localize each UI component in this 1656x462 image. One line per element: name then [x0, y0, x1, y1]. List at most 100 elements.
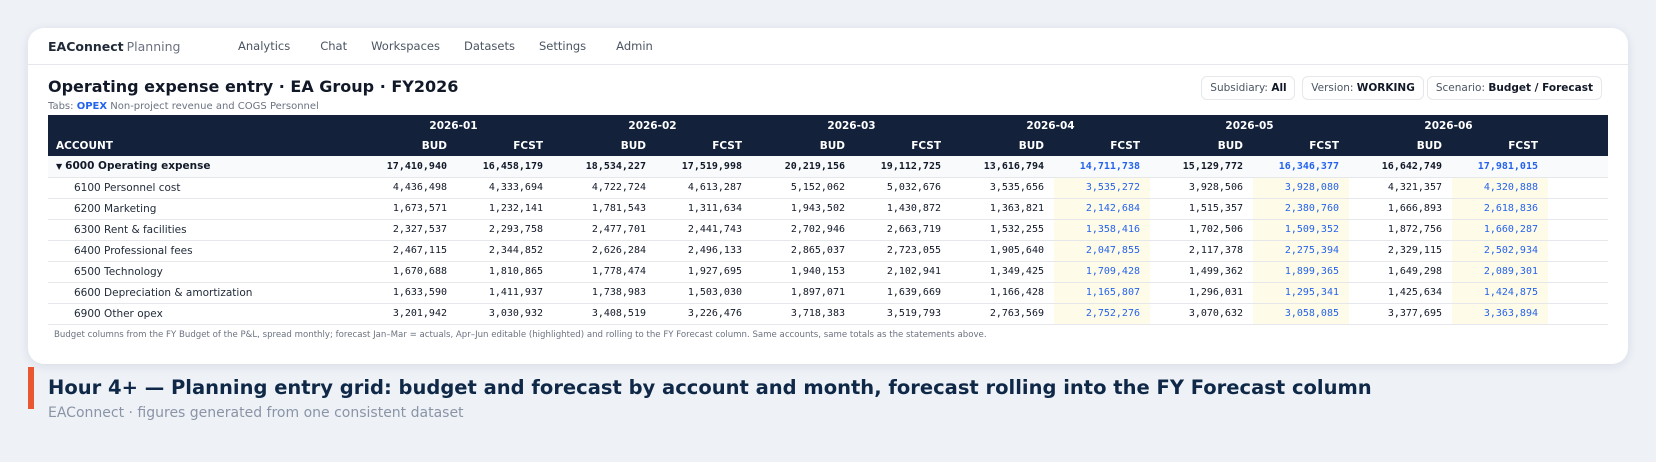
fcst-cell[interactable]: 1,295,341 [1253, 282, 1349, 304]
fcst-cell: 14,711,738 [1054, 156, 1150, 178]
fcst-cell[interactable]: 1,358,416 [1054, 219, 1150, 241]
bud-cell: 4,321,357 [1349, 177, 1452, 199]
fcst-cell[interactable]: 1,709,428 [1054, 261, 1150, 283]
bud-cell: 2,626,284 [553, 240, 656, 262]
fcst-cell[interactable]: 2,275,394 [1253, 240, 1349, 262]
filter-pills: Subsidiary: All Version: WORKING Scenari… [1194, 76, 1602, 100]
subsidiary-selector[interactable]: Subsidiary: All [1201, 76, 1296, 100]
fcst-cell[interactable]: 2,047,855 [1054, 240, 1150, 262]
account-cell: 6400 Professional fees [48, 240, 354, 262]
fcst-cell[interactable]: 1,509,352 [1253, 219, 1349, 241]
tab-non-project-revenue[interactable]: Non-project revenue and COGS [110, 101, 267, 112]
fcst-cell[interactable]: 2,618,836 [1452, 198, 1548, 220]
fcst-header-2026-02: FCST [656, 136, 752, 156]
version-selector[interactable]: Version: WORKING [1302, 76, 1424, 100]
nav-workspaces[interactable]: Workspaces [371, 39, 440, 53]
fcst-cell[interactable]: 1,165,807 [1054, 282, 1150, 304]
bud-cell: 15,129,772 [1150, 156, 1253, 178]
account-cell: 6900 Other opex [48, 303, 354, 325]
bud-cell: 2,117,378 [1150, 240, 1253, 262]
fcst-cell[interactable]: 2,142,684 [1054, 198, 1150, 220]
brand-logo[interactable]: EAConnect Planning [48, 39, 238, 54]
fcst-cell: 1,411,937 [457, 282, 553, 304]
fcst-cell[interactable]: 3,363,894 [1452, 303, 1548, 325]
fcst-cell[interactable]: 3,928,080 [1253, 177, 1349, 199]
bud-cell: 3,718,383 [752, 303, 855, 325]
fcst-cell: 2,293,758 [457, 219, 553, 241]
page-title: Operating expense entry · EA Group · FY2… [48, 77, 459, 96]
fcst-cell[interactable]: 3,535,272 [1054, 177, 1150, 199]
bud-cell: 3,377,695 [1349, 303, 1452, 325]
account-cell[interactable]: ▼ 6000 Operating expense [48, 156, 354, 178]
fcst-cell: 16,458,179 [457, 156, 553, 178]
page-header: Operating expense entry · EA Group · FY2… [28, 65, 1628, 115]
fcst-cell: 19,112,725 [855, 156, 951, 178]
version-value: WORKING [1356, 82, 1415, 94]
bud-cell: 4,436,498 [354, 177, 457, 199]
account-cell: 6600 Depreciation & amortization [48, 282, 354, 304]
fcst-cell[interactable]: 1,424,875 [1452, 282, 1548, 304]
nav-admin[interactable]: Admin [616, 39, 653, 53]
column-header-row: ACCOUNT BUD FCST BUD FCST BUD FCST BUD FCST BUD F… [48, 136, 1608, 156]
fcst-cell[interactable]: 2,502,934 [1452, 240, 1548, 262]
fcst-header-2026-04: FCST [1054, 136, 1150, 156]
collapse-caret-icon[interactable]: ▼ [56, 162, 62, 171]
table-row: 6600 Depreciation & amortization 1,633,59… [48, 282, 1608, 304]
scenario-value: Budget / Forecast [1488, 82, 1593, 94]
bud-cell: 1,702,506 [1150, 219, 1253, 241]
account-label: 6500 Technology [74, 265, 163, 278]
fcst-cell[interactable]: 4,320,888 [1452, 177, 1548, 199]
fcst-cell[interactable]: 2,752,276 [1054, 303, 1150, 325]
fcst-cell[interactable]: 1,660,287 [1452, 219, 1548, 241]
bud-header-2026-06: BUD [1349, 136, 1452, 156]
brand-name: EAConnect [48, 38, 124, 54]
row-end [1548, 240, 1608, 262]
nav-links: Analytics Chat Workspaces Datasets Setti… [238, 39, 677, 53]
nav-settings[interactable]: Settings [539, 39, 586, 53]
bud-cell: 1,499,362 [1150, 261, 1253, 283]
bud-cell: 18,534,227 [553, 156, 656, 178]
scenario-selector[interactable]: Scenario: Budget / Forecast [1426, 76, 1602, 100]
table-row: 6200 Marketing 1,673,571 1,232,141 1,781,54… [48, 198, 1608, 220]
fcst-cell[interactable]: 1,899,365 [1253, 261, 1349, 283]
fcst-cell[interactable]: 2,089,301 [1452, 261, 1548, 283]
fcst-cell: 1,311,634 [656, 198, 752, 220]
fcst-cell: 1,503,030 [656, 282, 752, 304]
bud-cell: 1,633,590 [354, 282, 457, 304]
account-label: 6600 Depreciation & amortization [74, 286, 253, 299]
account-label: 6100 Personnel cost [74, 181, 181, 194]
brand-sub: Planning [126, 38, 181, 54]
month-header-end [1548, 115, 1608, 136]
nav-datasets[interactable]: Datasets [464, 39, 515, 53]
fcst-cell[interactable]: 3,058,085 [1253, 303, 1349, 325]
fcst-header-2026-06: FCST [1452, 136, 1548, 156]
account-label: 6000 Operating expense [65, 160, 211, 173]
bud-cell: 2,763,569 [951, 303, 1054, 325]
bud-cell: 20,219,156 [752, 156, 855, 178]
fcst-cell[interactable]: 2,380,760 [1253, 198, 1349, 220]
bud-header-2026-05: BUD [1150, 136, 1253, 156]
fcst-cell: 17,519,998 [656, 156, 752, 178]
bud-cell: 2,467,115 [354, 240, 457, 262]
fcst-header-2026-03: FCST [855, 136, 951, 156]
table-row: 6400 Professional fees 2,467,115 2,344,852… [48, 240, 1608, 262]
bud-cell: 1,943,502 [752, 198, 855, 220]
bud-cell: 1,905,640 [951, 240, 1054, 262]
bud-header-2026-04: BUD [951, 136, 1054, 156]
month-header-2026-05: 2026-05 [1150, 115, 1349, 136]
fcst-cell: 3,030,932 [457, 303, 553, 325]
bud-header-2026-03: BUD [752, 136, 855, 156]
account-label: 6400 Professional fees [74, 244, 193, 257]
tab-opex[interactable]: OPEX [77, 101, 107, 112]
nav-chat[interactable]: Chat [320, 39, 347, 53]
fcst-cell: 4,333,694 [457, 177, 553, 199]
fcst-cell: 1,810,865 [457, 261, 553, 283]
bud-header-2026-01: BUD [354, 136, 457, 156]
row-end [1548, 303, 1608, 325]
row-end [1548, 156, 1608, 178]
nav-analytics[interactable]: Analytics [238, 39, 290, 53]
tab-personnel[interactable]: Personnel [270, 101, 319, 112]
bud-cell: 17,410,940 [354, 156, 457, 178]
bud-cell: 16,642,749 [1349, 156, 1452, 178]
scenario-label: Scenario: [1435, 82, 1486, 94]
